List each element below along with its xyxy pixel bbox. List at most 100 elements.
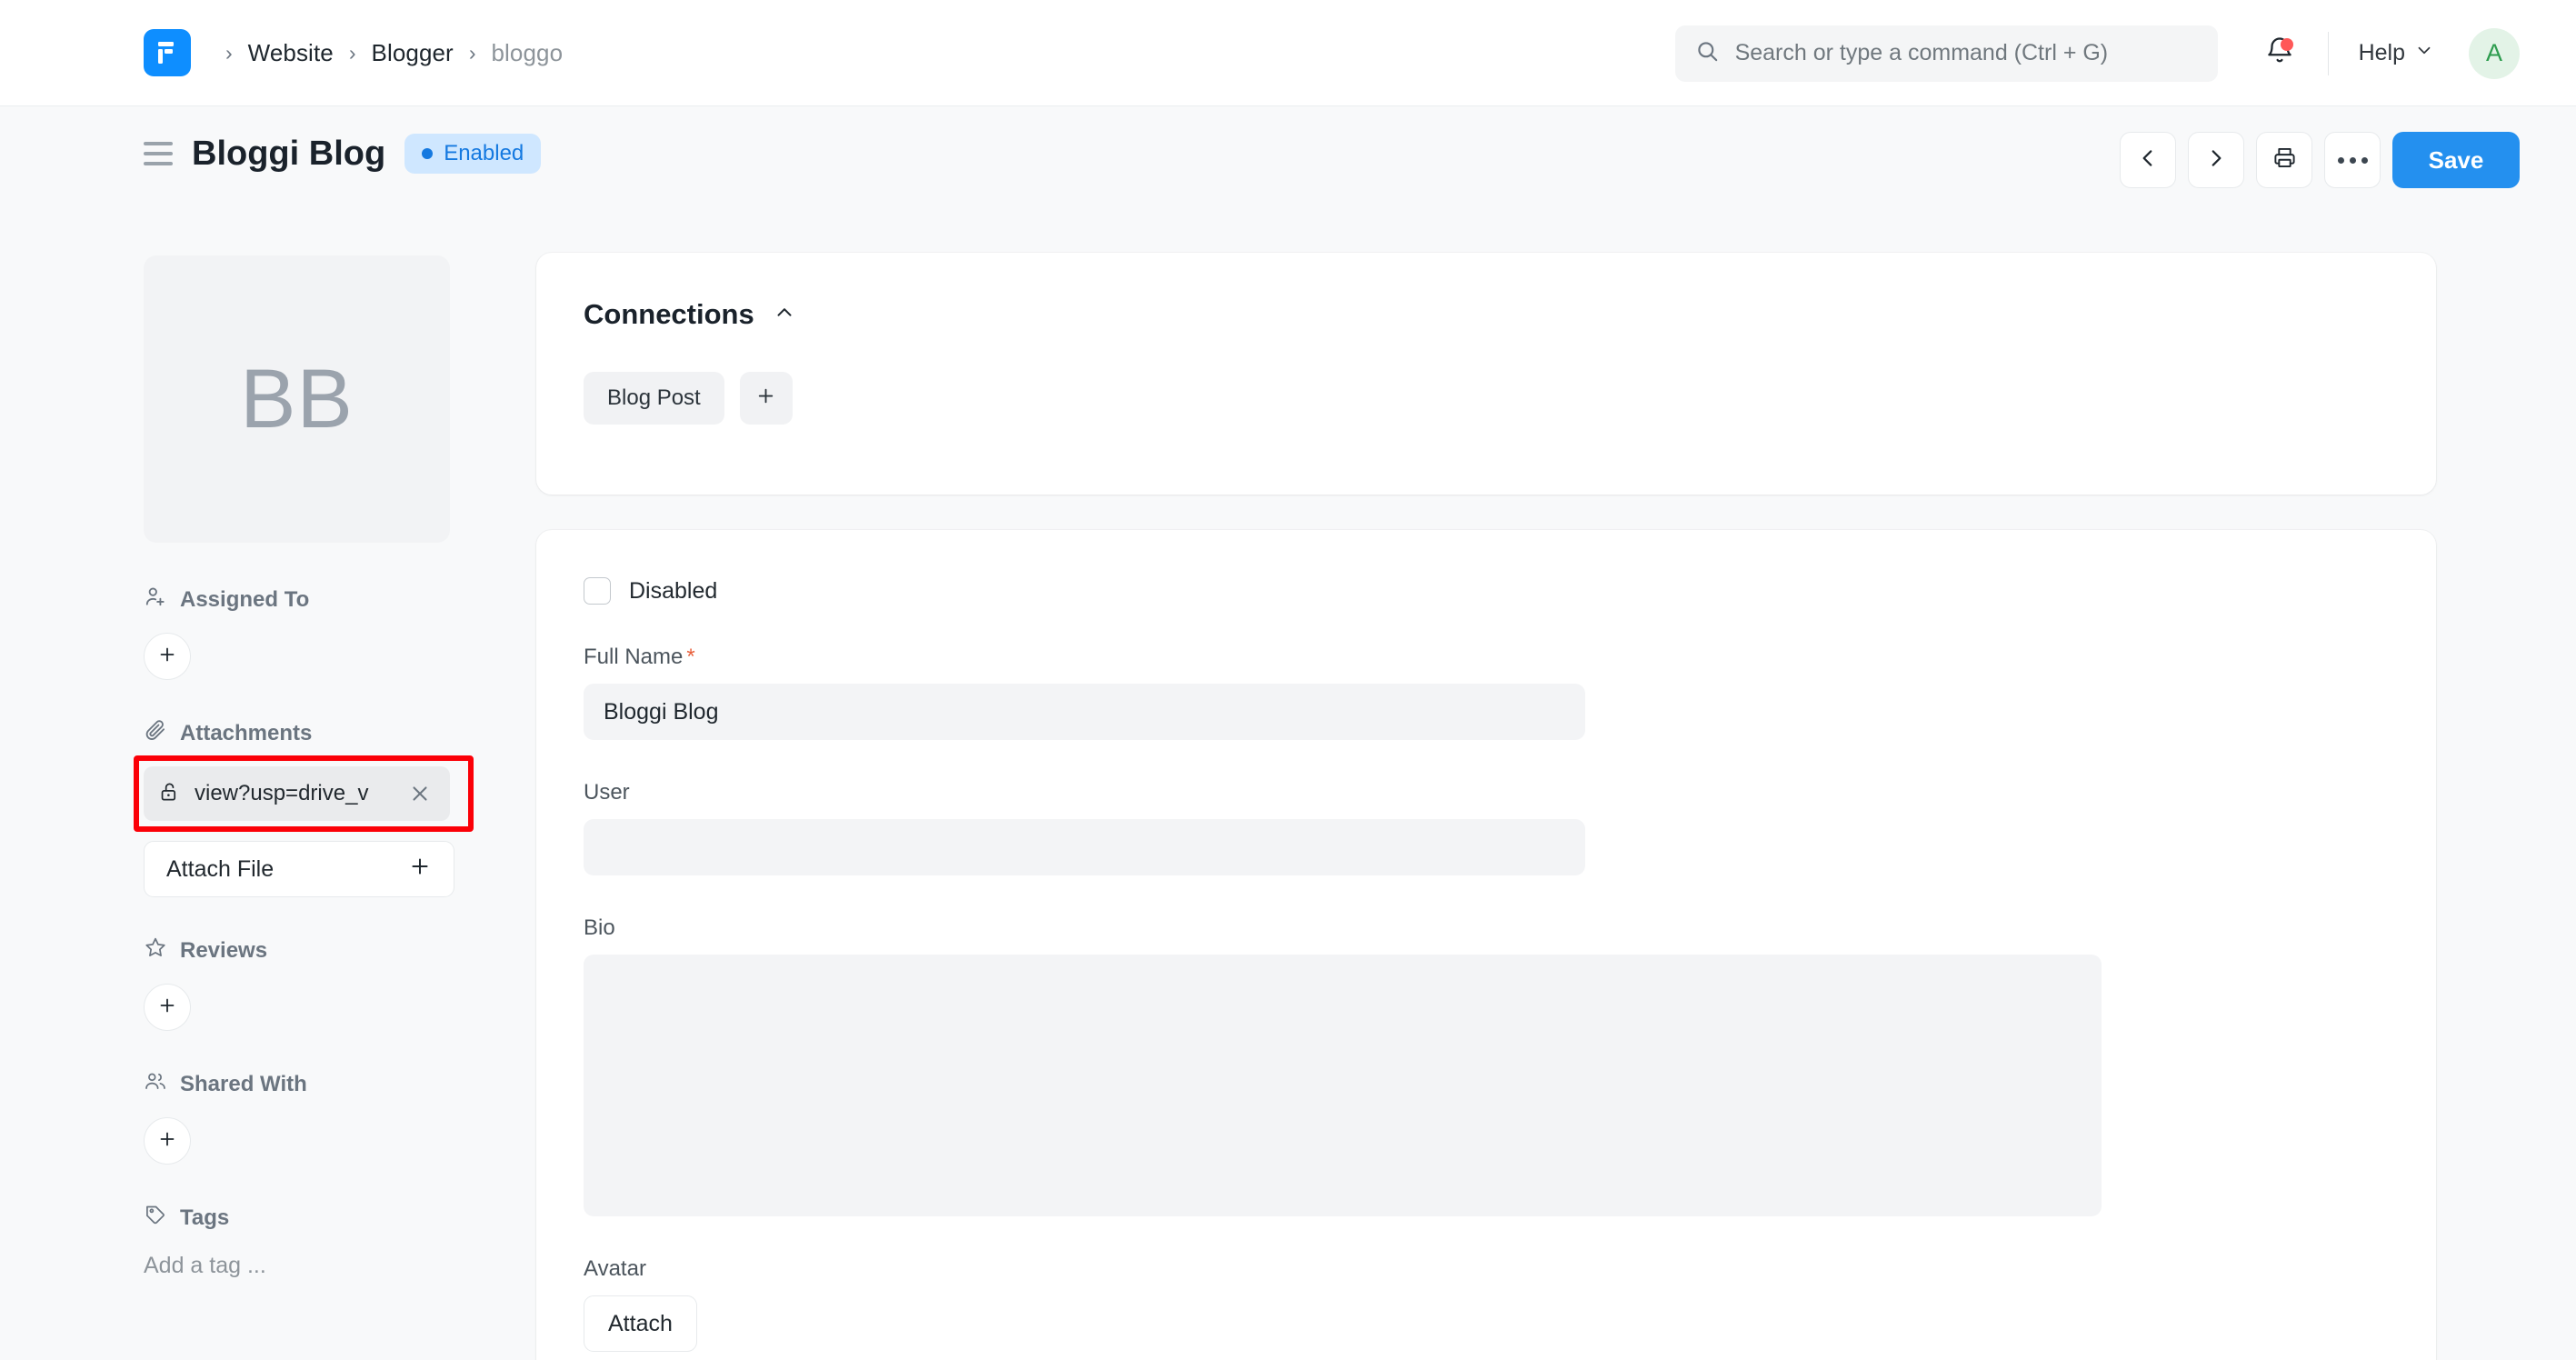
- breadcrumb-separator-1: ›: [349, 41, 356, 65]
- breadcrumb: › Website › Blogger › bloggo: [214, 37, 566, 69]
- reviews-header: Reviews: [144, 935, 453, 965]
- attach-file-label: Attach File: [166, 856, 274, 883]
- avatar-initial: A: [2486, 39, 2502, 67]
- assigned-to-header: Assigned To: [144, 585, 453, 615]
- breadcrumb-item-blogger[interactable]: Blogger: [368, 37, 457, 69]
- print-button[interactable]: [2256, 132, 2312, 188]
- chevron-right-icon: [2204, 146, 2228, 175]
- navbar-divider: [2328, 32, 2329, 75]
- document-avatar-initials: BB: [240, 352, 354, 447]
- disabled-checkbox-row[interactable]: Disabled: [584, 577, 2389, 605]
- star-icon: [144, 935, 167, 965]
- search-input[interactable]: Search or type a command (Ctrl + G): [1675, 25, 2218, 82]
- breadcrumb-item-bloggo[interactable]: bloggo: [488, 37, 567, 69]
- printer-icon: [2272, 145, 2297, 175]
- assigned-to-label: Assigned To: [180, 587, 309, 613]
- full-name-label: Full Name*: [584, 645, 2389, 670]
- ellipsis-icon: [2338, 157, 2368, 164]
- connection-chip-blog-post[interactable]: Blog Post: [584, 372, 724, 425]
- unlock-icon: [158, 780, 182, 808]
- remove-attachment-button[interactable]: [404, 782, 435, 805]
- status-badge[interactable]: Enabled: [404, 134, 541, 174]
- frappe-logo-icon[interactable]: [144, 29, 191, 76]
- prev-document-button[interactable]: [2120, 132, 2176, 188]
- sidebar-section-reviews: Reviews: [144, 935, 453, 1031]
- tags-header: Tags: [144, 1203, 453, 1233]
- user-plus-icon: [144, 585, 167, 615]
- disabled-checkbox[interactable]: [584, 577, 611, 605]
- attachment-file-name: view?usp=drive_v: [195, 781, 404, 806]
- breadcrumb-separator-0: ›: [225, 41, 233, 65]
- sidebar-section-tags: Tags Add a tag ...: [144, 1203, 453, 1279]
- page-header-actions: Save: [2120, 132, 2520, 188]
- help-menu[interactable]: Help: [2351, 35, 2441, 72]
- more-actions-button[interactable]: [2324, 132, 2381, 188]
- bio-label: Bio: [584, 915, 2389, 941]
- attachments-header: Attachments: [144, 718, 453, 748]
- add-tag-input[interactable]: Add a tag ...: [144, 1253, 453, 1279]
- main-content: Connections Blog Post: [536, 253, 2436, 1360]
- page-header: Bloggi Blog Enabled: [0, 106, 2576, 215]
- help-label: Help: [2359, 40, 2405, 66]
- field-avatar: Avatar Attach: [584, 1256, 2389, 1352]
- sidebar: BB Assigned To: [144, 255, 453, 1279]
- connections-title: Connections: [584, 298, 754, 331]
- connections-chips: Blog Post: [584, 372, 2389, 425]
- sidebar-section-assigned-to: Assigned To: [144, 585, 453, 680]
- full-name-input[interactable]: Bloggi Blog: [584, 684, 1585, 740]
- add-review-button[interactable]: [144, 984, 191, 1031]
- full-name-label-text: Full Name: [584, 645, 683, 669]
- attachments-label: Attachments: [180, 721, 312, 746]
- next-document-button[interactable]: [2188, 132, 2244, 188]
- app-root: › Website › Blogger › bloggo Search or t…: [0, 0, 2576, 1360]
- plus-icon: [408, 855, 432, 885]
- reviews-label: Reviews: [180, 938, 267, 964]
- avatar-label: Avatar: [584, 1256, 2389, 1282]
- breadcrumb-separator-2: ›: [469, 41, 476, 65]
- disabled-checkbox-label: Disabled: [629, 578, 717, 605]
- users-icon: [144, 1069, 167, 1099]
- sidebar-section-shared-with: Shared With: [144, 1069, 453, 1165]
- chevron-down-icon: [2414, 40, 2434, 66]
- navbar-left: › Website › Blogger › bloggo: [144, 29, 566, 76]
- paperclip-icon: [144, 718, 167, 748]
- connections-header[interactable]: Connections: [584, 298, 2389, 331]
- breadcrumb-item-website[interactable]: Website: [245, 37, 337, 69]
- notification-badge-dot: [2281, 38, 2293, 51]
- connections-card: Connections Blog Post: [536, 253, 2436, 495]
- field-bio: Bio: [584, 915, 2389, 1216]
- page-header-left: Bloggi Blog Enabled: [144, 134, 541, 174]
- search-placeholder: Search or type a command (Ctrl + G): [1735, 40, 2109, 66]
- page-title: Bloggi Blog: [192, 135, 385, 174]
- user-input[interactable]: [584, 819, 1585, 875]
- navbar: › Website › Blogger › bloggo Search or t…: [0, 0, 2576, 106]
- user-label: User: [584, 780, 2389, 805]
- avatar[interactable]: A: [2469, 28, 2520, 79]
- chevron-up-icon[interactable]: [773, 301, 796, 329]
- sidebar-section-attachments: Attachments view?usp=drive_v: [144, 718, 453, 897]
- tag-icon: [144, 1203, 167, 1233]
- add-assignment-button[interactable]: [144, 633, 191, 680]
- add-connection-button[interactable]: [740, 372, 793, 425]
- avatar-attach-button[interactable]: Attach: [584, 1295, 697, 1352]
- search-icon: [1695, 39, 1720, 68]
- plus-icon: [156, 644, 178, 670]
- chevron-left-icon: [2136, 146, 2160, 175]
- shared-with-header: Shared With: [144, 1069, 453, 1099]
- plus-icon: [156, 995, 178, 1021]
- save-button[interactable]: Save: [2392, 132, 2520, 188]
- hamburger-icon[interactable]: [144, 142, 173, 165]
- document-avatar[interactable]: BB: [144, 255, 450, 543]
- tags-label: Tags: [180, 1205, 229, 1231]
- field-full-name: Full Name* Bloggi Blog: [584, 645, 2389, 740]
- attach-file-button[interactable]: Attach File: [144, 841, 454, 897]
- add-share-button[interactable]: [144, 1117, 191, 1165]
- bio-textarea[interactable]: [584, 955, 2102, 1216]
- required-asterisk: *: [686, 645, 694, 669]
- shared-with-label: Shared With: [180, 1072, 307, 1097]
- field-user: User: [584, 780, 2389, 875]
- notifications-button[interactable]: [2254, 28, 2305, 79]
- attachment-item[interactable]: view?usp=drive_v: [144, 766, 450, 821]
- status-label: Enabled: [444, 141, 524, 166]
- navbar-right: Search or type a command (Ctrl + G) Help: [1675, 0, 2576, 106]
